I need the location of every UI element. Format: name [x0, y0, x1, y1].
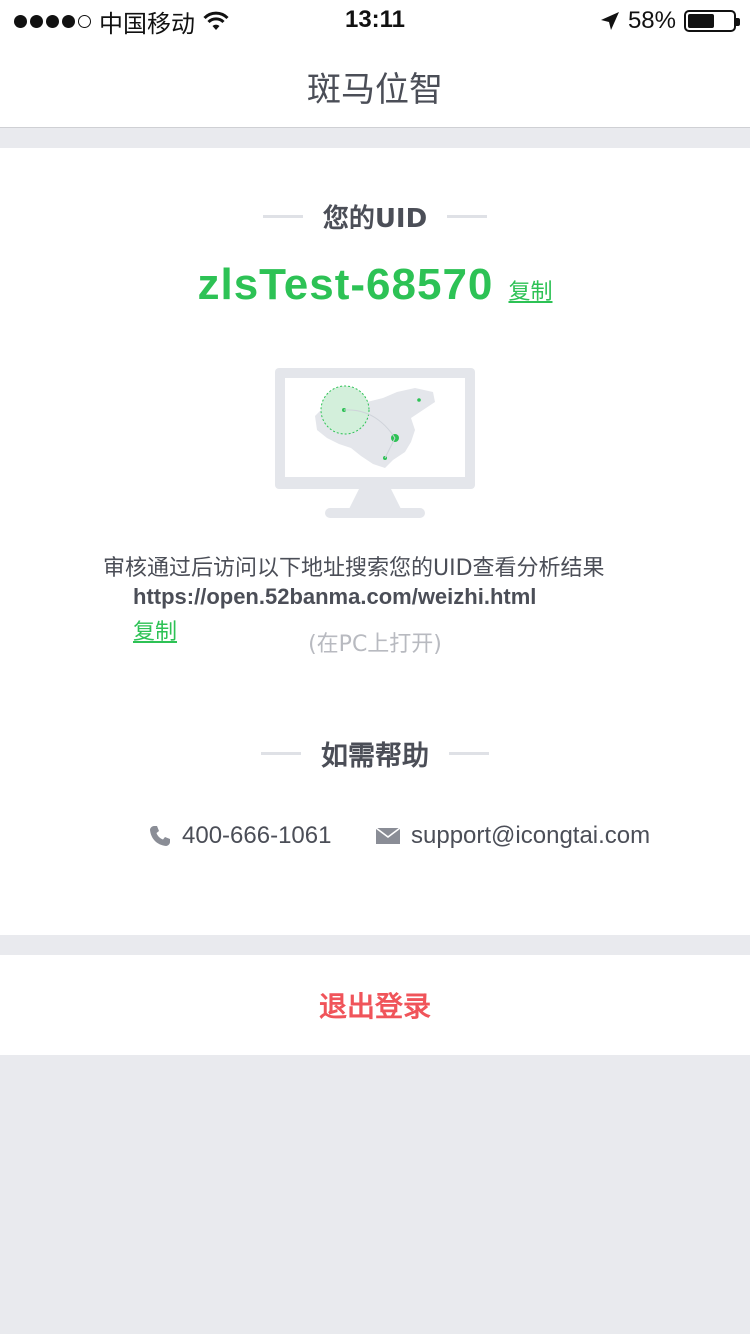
phone-icon [150, 826, 170, 846]
page-title: 斑马位智 [307, 70, 443, 110]
divider-line [261, 752, 301, 755]
instruction-text: 审核通过后访问以下地址搜索您的UID查看分析结果 [103, 556, 605, 581]
monitor-map-illustration [275, 368, 475, 518]
nav-bar: 斑马位智 [0, 40, 750, 128]
uid-section-header: 您的UID [0, 198, 750, 235]
phone-contact[interactable]: 400-666-1061 [148, 822, 331, 850]
location-arrow-icon [600, 12, 619, 30]
uid-row: zlsTest-68570 复制 [0, 260, 750, 310]
divider-line [447, 215, 488, 218]
mail-icon [375, 827, 401, 844]
help-heading: 如需帮助 [321, 741, 429, 772]
uid-heading: 您的UID [322, 204, 428, 234]
email-address: support@icongtai.com [411, 822, 651, 849]
battery-icon [684, 10, 740, 32]
uid-value: zlsTest-68570 [197, 260, 494, 309]
divider-line [262, 215, 303, 218]
logout-label: 退出登录 [318, 990, 431, 1023]
divider-line [449, 752, 489, 755]
phone-number: 400-666-1061 [182, 822, 332, 849]
email-contact[interactable]: support@icongtai.com [375, 822, 650, 850]
copy-uid-link[interactable]: 复制 [508, 280, 552, 305]
battery-percent: 58% [627, 7, 676, 34]
status-bar: 中国移动 13:11 58% [0, 0, 750, 40]
logout-button[interactable]: 退出登录 [0, 955, 750, 1055]
status-bar-right: 58% [600, 6, 740, 36]
uid-card: 您的UID zlsTest-68570 复制 审核通过后访问以下地址搜索您的UI… [0, 148, 750, 935]
analysis-url[interactable]: https://open.52banma.com/weizhi.html [133, 584, 536, 610]
help-section-header: 如需帮助 [0, 734, 750, 773]
pc-note: (在PC上打开) [308, 632, 442, 657]
